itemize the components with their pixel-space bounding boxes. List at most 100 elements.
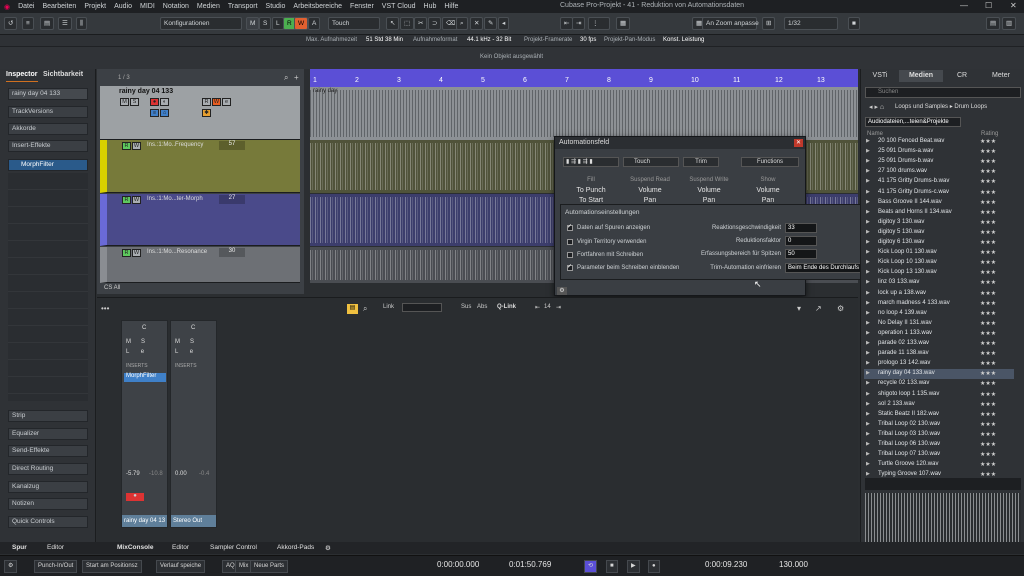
file-name[interactable]: Kick Loop 10 130.wav [878, 259, 937, 265]
quantize-dropdown[interactable]: 1/32 [784, 17, 838, 30]
lock-icon[interactable]: ⌂ [160, 109, 169, 117]
listen-mode-button[interactable]: L [272, 17, 284, 30]
solo-mode-button[interactable]: S [259, 17, 272, 30]
menu-studio[interactable]: Studio [262, 3, 290, 10]
file-rating[interactable]: ★★★ [980, 401, 996, 408]
tab-medien[interactable]: Medien [899, 70, 943, 82]
app-logo-icon[interactable]: ◉ [0, 3, 14, 11]
minimize-icon[interactable]: — [960, 1, 968, 10]
play-preview-icon[interactable]: ▶ [866, 178, 870, 184]
play-preview-icon[interactable]: ▶ [866, 350, 870, 356]
play-preview-icon[interactable]: ▶ [866, 209, 870, 215]
file-rating[interactable]: ★★★ [980, 300, 996, 307]
file-name[interactable]: 20 100 Fenced Beat.wav [878, 138, 944, 144]
range-tool-icon[interactable]: ⬚ [400, 17, 415, 30]
play-preview-icon[interactable]: ▶ [866, 380, 870, 386]
reaction-speed-input[interactable]: 33 [785, 223, 817, 233]
lane1-parameter[interactable]: Ins.:1:Mo..Frequency [147, 142, 203, 148]
play-preview-icon[interactable]: ▶ [866, 148, 870, 154]
section-notes[interactable]: Notizen [8, 498, 88, 510]
lane2-write-button[interactable]: W [132, 196, 141, 204]
show-pan[interactable]: Pan [739, 197, 797, 204]
file-rating[interactable]: ★★★ [980, 360, 996, 367]
new-parts-button[interactable]: Neue Parts [250, 560, 289, 573]
close-icon[interactable]: ✕ [1010, 1, 1017, 10]
play-button[interactable]: ▶ [627, 560, 640, 573]
freeze-button[interactable]: ✱ [202, 109, 211, 117]
right-locator[interactable]: 0:01:50.769 [509, 560, 551, 569]
tab-vsti[interactable]: VSTi [863, 70, 897, 82]
file-rating[interactable]: ★★★ [980, 380, 996, 387]
file-rating[interactable]: ★★★ [980, 451, 996, 458]
media-path-dropdown[interactable]: Audiodateien,...teien&Projekte [865, 117, 961, 127]
file-name[interactable]: Beats and Horns II 134.wav [878, 209, 952, 215]
column-name[interactable]: Name [867, 131, 883, 137]
file-rating[interactable]: ★★★ [980, 138, 996, 145]
search-icon[interactable]: ⌕ [284, 73, 288, 83]
section-quick-controls[interactable]: Quick Controls [8, 516, 88, 528]
play-preview-icon[interactable]: ▶ [866, 441, 870, 447]
menu-vst-cloud[interactable]: VST Cloud [378, 3, 420, 10]
automation-lane-resonance[interactable]: R W Ins.:1:Mo...Resonance 30 [100, 247, 300, 283]
file-name[interactable]: lock up a 138.wav [878, 290, 926, 296]
check-show-parameter[interactable] [567, 263, 573, 271]
section-equalizer[interactable]: Equalizer [8, 428, 88, 440]
file-rating[interactable]: ★★★ [980, 209, 996, 216]
file-rating[interactable]: ★★★ [980, 421, 996, 428]
functions-button[interactable]: Functions [741, 157, 799, 167]
tab-sampler-control[interactable]: Sampler Control [210, 544, 257, 551]
file-name[interactable]: rainy day 04 133.wav [878, 370, 935, 376]
solo-button[interactable]: S [130, 98, 139, 106]
lane3-parameter[interactable]: Ins.:1:Mo...Resonance [147, 249, 207, 255]
section-insert-effects[interactable]: Insert-Effekte [8, 140, 88, 152]
ch1-mute[interactable]: M S [126, 339, 145, 345]
file-rating[interactable]: ★★★ [980, 249, 996, 256]
tab-chord-pads[interactable]: Akkord-Pads [277, 544, 314, 551]
play-preview-icon[interactable]: ▶ [866, 391, 870, 397]
read-button[interactable]: R [202, 98, 211, 106]
write-mode-button[interactable]: W [294, 17, 309, 30]
menu-bearbeiten[interactable]: Bearbeiten [38, 3, 80, 10]
file-name[interactable]: digitoy 5 130.wav [878, 229, 924, 235]
file-rating[interactable]: ★★★ [980, 471, 996, 478]
settings-gear-icon[interactable]: ⚙ [557, 287, 567, 295]
back-icon[interactable]: ◂ ▸ ⌂ [869, 103, 884, 111]
file-rating[interactable]: ★★★ [980, 370, 996, 377]
check-virgin-territory[interactable] [567, 239, 573, 245]
tab-cr[interactable]: CR [945, 70, 979, 82]
primary-time-display[interactable]: 0:00:09.230 [705, 560, 747, 569]
ch1-listen[interactable]: L e [126, 349, 144, 355]
record-button[interactable]: ● [150, 98, 159, 106]
trim-button[interactable]: Trim [683, 157, 719, 167]
snap-type-dropdown[interactable]: ⋮ [588, 17, 610, 30]
lane3-read-button[interactable]: R [122, 249, 131, 257]
file-rating[interactable]: ★★★ [980, 168, 996, 175]
menu-datei[interactable]: Datei [14, 3, 38, 10]
link-label[interactable]: Link [383, 304, 394, 310]
file-name[interactable]: Kick Loop 01 130.wav [878, 249, 937, 255]
play-preview-icon[interactable]: ▶ [866, 471, 870, 477]
play-preview-icon[interactable]: ▶ [866, 158, 870, 164]
left-locator[interactable]: 0:00:00.000 [437, 560, 479, 569]
format-value[interactable]: 44.1 kHz - 32 Bit [467, 37, 511, 43]
mixer-window-icon[interactable]: ▤ [347, 304, 358, 314]
tab-inspector[interactable]: Inspector [6, 71, 38, 82]
play-preview-icon[interactable]: ▶ [866, 461, 870, 467]
start-position-button[interactable]: Start am Positionsz [82, 560, 142, 573]
file-name[interactable]: march madness 4 133.wav [878, 300, 950, 306]
track-name[interactable]: rainy day 04 133 [119, 88, 173, 95]
show-volume[interactable]: Volume [739, 187, 797, 194]
section-trackversions[interactable]: TrackVersions [8, 106, 88, 118]
file-rating[interactable]: ★★★ [980, 178, 996, 185]
suspend-read-pan[interactable]: Pan [621, 197, 679, 204]
file-rating[interactable]: ★★★ [980, 411, 996, 418]
automation-lane-morph[interactable]: R W Ins.:1:Mo...ter-Morph 27 [100, 194, 300, 246]
file-rating[interactable]: ★★★ [980, 290, 996, 297]
play-preview-icon[interactable]: ▶ [866, 290, 870, 296]
layout-left-icon[interactable]: ▤ [986, 17, 1001, 30]
mute-mode-button[interactable]: M [246, 17, 260, 30]
play-preview-icon[interactable]: ▶ [866, 411, 870, 417]
function-icon[interactable]: ↗ [815, 304, 822, 313]
file-rating[interactable]: ★★★ [980, 199, 996, 206]
grid-icon[interactable]: ▦ [616, 17, 631, 30]
